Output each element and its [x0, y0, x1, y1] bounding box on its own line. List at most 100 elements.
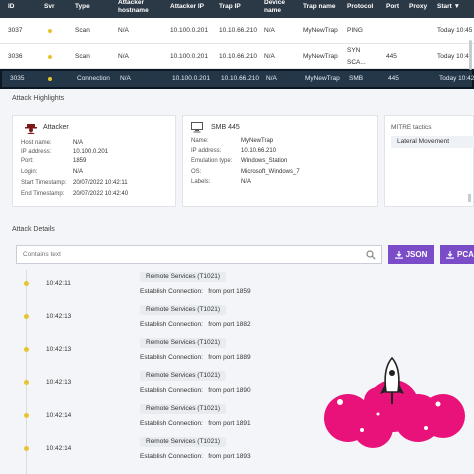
mitre-tactic-chip[interactable]: Lateral Movement	[391, 136, 474, 148]
row-trap-name: MyNewTrap	[305, 75, 340, 82]
row-device-name: N/A	[264, 27, 275, 34]
kv-port: Port: 1859	[21, 158, 87, 164]
row-type: Scan	[75, 53, 90, 60]
spy-icon	[25, 124, 37, 134]
event-time: 10:42:13	[46, 313, 72, 320]
row-trap-ip: 10.10.66.210	[219, 27, 257, 34]
kv-os: OS: Microsoft_Windows_7	[191, 169, 300, 175]
kv-login: Login: N/A	[21, 169, 84, 175]
timeline-dot	[24, 380, 29, 385]
row-port: 445	[386, 53, 397, 60]
kv-end-timestamp: End Timestamp: 20/07/2022 10:42:40	[21, 191, 129, 197]
kv-emulation-type: Emulation type: Windows_Station	[191, 158, 288, 164]
col-device-name[interactable]: Device name	[264, 0, 285, 15]
timeline-dot	[24, 413, 29, 418]
rocket-icon	[324, 356, 465, 448]
row-protocol: SYN SCA...	[347, 47, 366, 66]
row-attacker-hostname: N/A	[120, 75, 131, 82]
event-description: Establish Connection: from port 1893	[140, 453, 251, 460]
event-technique-chip: Remote Services (T1021)	[140, 305, 227, 315]
trap-card: SMB 445 Name: MyNewTrap IP address: 10.10.…	[182, 115, 378, 207]
kv-start-timestamp: Start Timestamp: 20/07/2022 10:42:11	[21, 180, 128, 186]
timeline-dot	[24, 314, 29, 319]
event-technique-chip: Remote Services (T1021)	[140, 437, 227, 447]
pcap-button[interactable]: PCA	[440, 245, 474, 264]
row-start: Today 10:45	[437, 27, 473, 34]
severity-dot	[48, 55, 52, 59]
row-attacker-ip: 10.100.0.201	[170, 27, 208, 34]
col-proxy[interactable]: Proxy	[409, 3, 427, 11]
event-description: Establish Connection: from port 1891	[140, 420, 251, 427]
event-time: 10:42:14	[46, 445, 72, 452]
row-attacker-hostname: N/A	[118, 27, 129, 34]
event-technique-chip: Remote Services (T1021)	[140, 338, 227, 348]
row-device-name: N/A	[266, 75, 277, 82]
row-start: Today 10:42	[437, 53, 473, 60]
table-row[interactable]: 3036 Scan N/A 10.100.0.201 10.10.66.210 …	[0, 44, 474, 69]
col-attacker-hostname[interactable]: Attacker hostname	[118, 0, 149, 15]
row-trap-name: MyNewTrap	[303, 53, 338, 60]
table-row-selected[interactable]: 3035 Connection N/A 10.100.0.201 10.10.6…	[0, 69, 474, 89]
row-trap-ip: 10.10.66.210	[221, 75, 259, 82]
json-button-label: JSON	[405, 250, 428, 259]
row-id: 3036	[8, 53, 23, 60]
timeline-dot	[24, 446, 29, 451]
event-description: Establish Connection: from port 1859	[140, 288, 251, 295]
event-description: Establish Connection: from port 1882	[140, 321, 251, 328]
kv-ip-address: IP address: 10.10.66.210	[191, 148, 277, 154]
col-protocol[interactable]: Protocol	[347, 3, 373, 11]
severity-dot	[48, 29, 52, 33]
row-id: 3035	[10, 75, 25, 82]
row-id: 3037	[8, 27, 23, 34]
event-description: Establish Connection: from port 1890	[140, 387, 251, 394]
table-scrollbar[interactable]	[469, 40, 472, 70]
row-attacker-hostname: N/A	[118, 53, 129, 60]
attack-details-title: Attack Details	[12, 226, 55, 233]
timeline-dot	[24, 281, 29, 286]
row-trap-name: MyNewTrap	[303, 27, 338, 34]
col-trap-ip[interactable]: Trap IP	[219, 3, 241, 11]
pcap-button-label: PCA	[457, 250, 474, 259]
row-device-name: N/A	[264, 53, 275, 60]
row-type: Scan	[75, 27, 90, 34]
row-attacker-ip: 10.100.0.201	[172, 75, 210, 82]
row-attacker-ip: 10.100.0.201	[170, 53, 208, 60]
severity-dot	[48, 77, 52, 81]
event-time: 10:42:13	[46, 346, 72, 353]
row-trap-ip: 10.10.66.210	[219, 53, 257, 60]
col-id[interactable]: ID	[8, 3, 15, 11]
col-trap-name[interactable]: Trap name	[303, 3, 336, 11]
row-port: 445	[388, 75, 399, 82]
trap-card-title: SMB 445	[211, 124, 240, 131]
row-protocol: PING	[347, 27, 363, 34]
kv-ip-address: IP address: 10.100.0.201	[21, 149, 109, 155]
col-type[interactable]: Type	[75, 3, 90, 11]
table-row[interactable]: 3037 Scan N/A 10.100.0.201 10.10.66.210 …	[0, 18, 474, 44]
timeline-item[interactable]: 10:42:11 Remote Services (T1021) Establi…	[0, 272, 474, 304]
search-box	[16, 245, 382, 264]
kv-labels: Labels: N/A	[191, 179, 252, 185]
mitre-scrollbar[interactable]	[468, 194, 471, 202]
mitre-card: MITRE tactics Lateral Movement	[384, 115, 474, 207]
row-protocol: SMB	[349, 75, 364, 82]
search-input[interactable]	[17, 246, 357, 263]
attack-highlights-title: Attack Highlights	[12, 95, 65, 102]
col-attacker-ip[interactable]: Attacker IP	[170, 3, 204, 11]
col-svr[interactable]: Svr	[44, 3, 54, 11]
col-port[interactable]: Port	[386, 3, 399, 11]
row-start: Today 10:42	[439, 75, 474, 82]
event-time: 10:42:14	[46, 412, 72, 419]
attacker-card: Attacker Host name: N/A IP address: 10.100…	[12, 115, 176, 207]
search-icon[interactable]	[366, 250, 376, 260]
event-time: 10:42:13	[46, 379, 72, 386]
timeline-item[interactable]: 10:42:13 Remote Services (T1021) Establi…	[0, 305, 474, 337]
event-description: Establish Connection: from port 1889	[140, 354, 251, 361]
col-start[interactable]: Start ▼	[437, 3, 460, 11]
event-time: 10:42:11	[46, 280, 71, 287]
monitor-icon	[191, 122, 203, 133]
kv-name: Name: MyNewTrap	[191, 138, 274, 144]
timeline-dot	[24, 347, 29, 352]
event-technique-chip: Remote Services (T1021)	[140, 371, 227, 381]
kv-host-name: Host name: N/A	[21, 140, 84, 146]
json-button[interactable]: JSON	[388, 245, 434, 264]
